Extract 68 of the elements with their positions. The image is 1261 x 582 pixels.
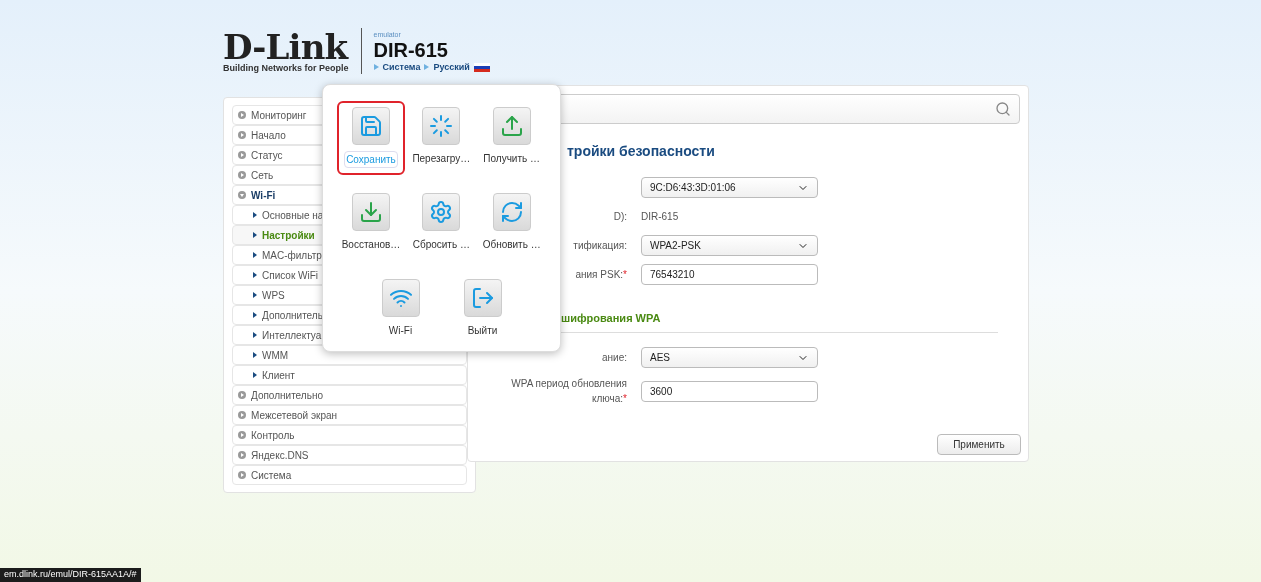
tile-label: Получить …: [483, 152, 540, 166]
breadcrumb-link[interactable]: Русский: [433, 60, 470, 74]
dropdown[interactable]: 9C:D6:43:3D:01:06: [641, 177, 818, 198]
tile-label: Восстанов…: [341, 238, 401, 252]
menu-tile[interactable]: Wi-Fi: [366, 273, 435, 347]
upload-icon: [499, 114, 524, 138]
triangle-icon: [253, 292, 257, 298]
tile-label: Выйти: [467, 324, 498, 338]
logo-text: D-Link: [223, 32, 349, 62]
triangle-icon: [253, 232, 257, 238]
tile-label: Сохранить: [344, 151, 398, 168]
exit-icon: [470, 286, 495, 310]
download-icon: [359, 200, 383, 224]
refresh-icon: [499, 200, 524, 224]
triangle-icon: [253, 352, 257, 358]
triangle-icon: [253, 332, 257, 338]
field-label: ание:: [602, 351, 627, 365]
section-heading: шифрования WPA: [561, 312, 661, 324]
field-label: D):: [613, 210, 627, 224]
field-label: ания PSK:*: [575, 268, 627, 282]
dropdown[interactable]: WPA2-PSK: [641, 235, 818, 256]
triangle-icon: [253, 372, 257, 378]
expand-icon: [238, 451, 246, 459]
dropdown[interactable]: AES: [641, 347, 818, 368]
input-field[interactable]: 3600: [641, 380, 818, 402]
page-title: тройки безопасности: [567, 142, 715, 161]
tile-label: Wi-Fi: [388, 324, 413, 338]
model-title: DIR-615: [373, 38, 449, 61]
expand-icon: [238, 111, 246, 119]
triangle-icon: [253, 212, 257, 218]
expand-icon: [238, 131, 246, 139]
menu-tile[interactable]: Получить …: [477, 101, 546, 175]
gear-icon: [429, 200, 454, 224]
menu-tile[interactable]: Выйти: [448, 273, 517, 347]
collapse-icon: [238, 191, 246, 199]
flag-icon: [473, 62, 490, 72]
triangle-icon: [373, 64, 379, 71]
sidebar-item[interactable]: Яндекс.DNS: [232, 445, 467, 465]
triangle-icon: [424, 64, 430, 71]
menu-tile[interactable]: Восстанов…: [337, 187, 405, 261]
expand-icon: [238, 391, 246, 399]
expand-icon: [238, 431, 246, 439]
menu-tile[interactable]: Обновить …: [477, 187, 546, 261]
input-field[interactable]: 76543210: [641, 264, 818, 285]
expand-icon: [238, 411, 246, 419]
triangle-icon: [253, 252, 257, 258]
expand-icon: [238, 471, 246, 479]
field-value: DIR-615: [641, 210, 679, 224]
sidebar-item[interactable]: Контроль: [232, 425, 467, 445]
spinner-icon: [429, 114, 454, 138]
sidebar-item[interactable]: Клиент: [232, 365, 467, 385]
triangle-icon: [253, 312, 257, 318]
apply-button[interactable]: Применить: [937, 434, 1021, 455]
sidebar-item[interactable]: Дополнительно: [232, 385, 467, 405]
search-icon: [995, 101, 1011, 117]
sidebar-item[interactable]: Система: [232, 465, 467, 485]
expand-icon: [238, 151, 246, 159]
menu-tile[interactable]: Сбросить …: [407, 187, 476, 261]
tile-label: Обновить …: [482, 238, 541, 252]
breadcrumb-link[interactable]: Система: [382, 60, 421, 74]
status-bar: em.dlink.ru/emul/DIR-615AA1A/#: [0, 568, 141, 582]
expand-icon: [238, 171, 246, 179]
field-label: тификация:: [573, 239, 627, 253]
logo-tagline: Building Networks for People: [223, 62, 349, 74]
triangle-icon: [253, 272, 257, 278]
sidebar-item[interactable]: Межсетевой экран: [232, 405, 467, 425]
field-label: WPA период обновления ключа:*: [510, 377, 627, 406]
tile-label: Сбросить …: [412, 238, 470, 252]
